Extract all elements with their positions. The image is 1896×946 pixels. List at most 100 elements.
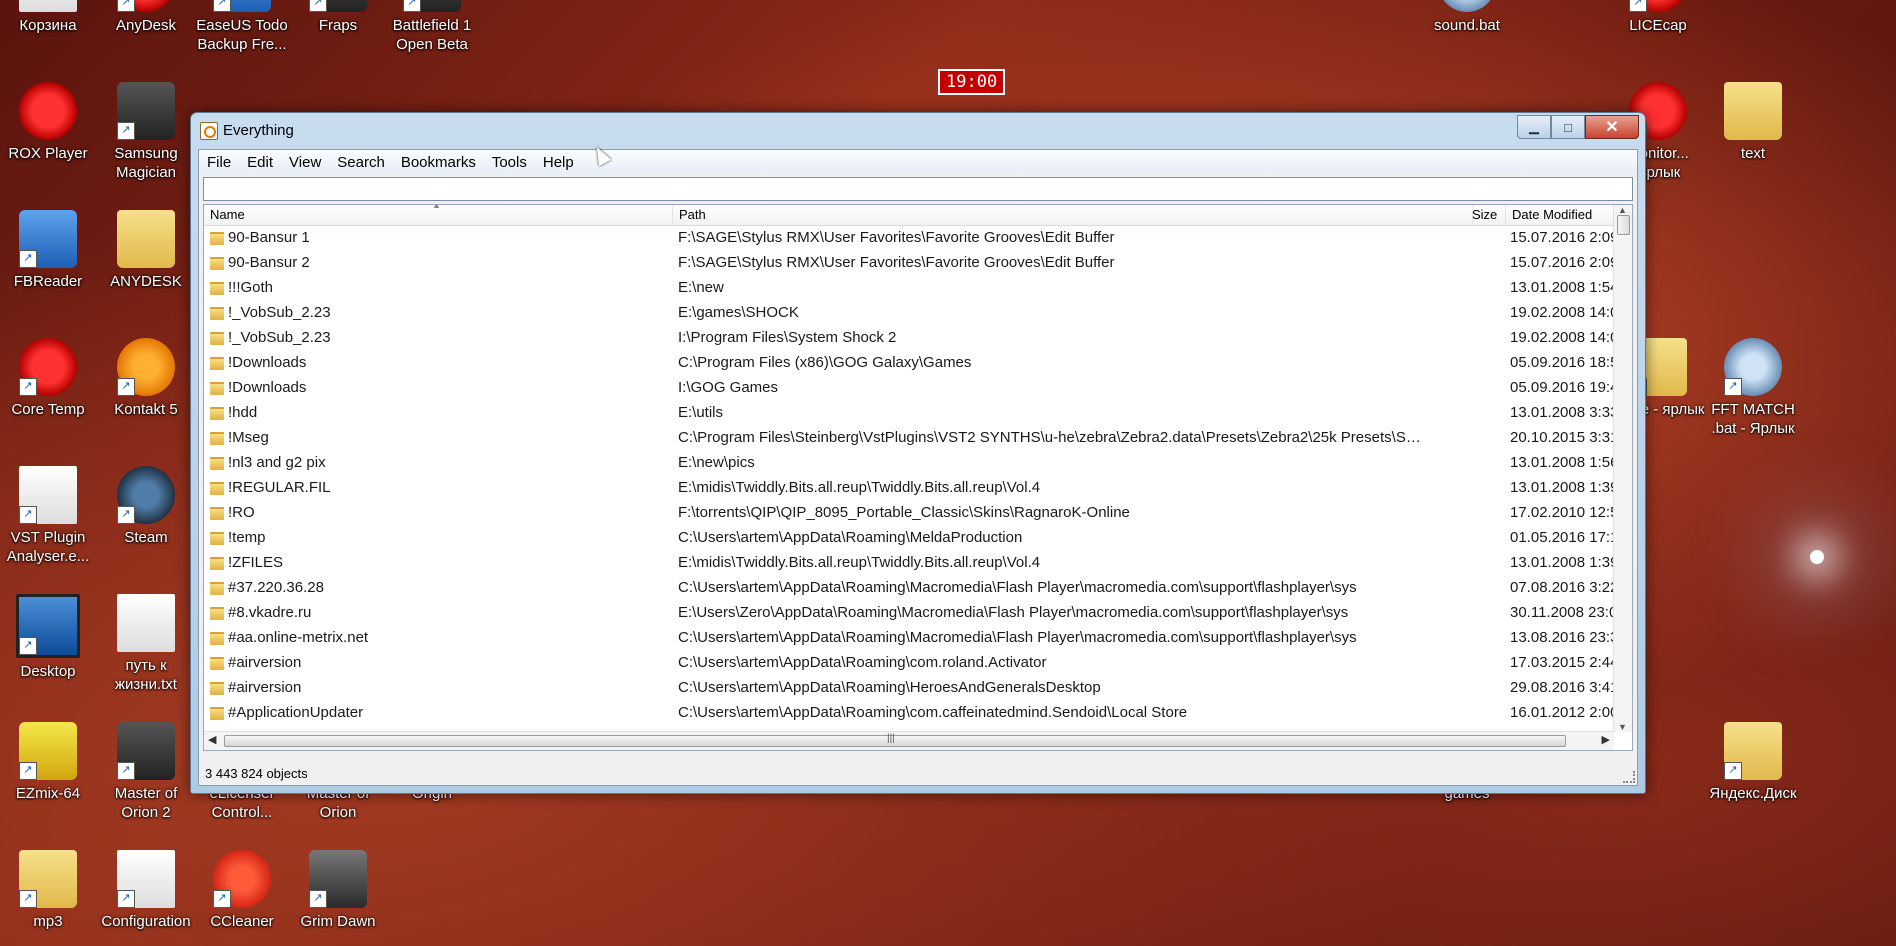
desktop-icon-label: mp3 xyxy=(33,913,63,930)
desktop-icon[interactable]: ↗ mp3 xyxy=(0,850,96,931)
desktop-icon[interactable]: ↗ Яндекс.Диск xyxy=(1705,722,1801,803)
menu-edit[interactable]: Edit xyxy=(239,154,281,171)
window-client: File Edit View Search Bookmarks Tools He… xyxy=(198,149,1638,786)
menu-bookmarks[interactable]: Bookmarks xyxy=(393,154,484,171)
row-path: F:\SAGE\Stylus RMX\User Favorites\Favori… xyxy=(678,229,1115,246)
title-bar[interactable]: Everything ▁ □ ✕ xyxy=(191,113,1645,149)
row-date-modified: 17.02.2010 12:59 xyxy=(1510,504,1614,521)
table-row[interactable]: #8.vkadre.ru E:\Users\Zero\AppData\Roamin… xyxy=(204,601,1614,626)
menu-bar: File Edit View Search Bookmarks Tools He… xyxy=(199,150,1637,174)
table-row[interactable]: !_VobSub_2.23 I:\Program Files\System Sho… xyxy=(204,326,1614,351)
folder-icon xyxy=(210,482,224,495)
menu-help[interactable]: Help xyxy=(535,154,582,171)
close-button[interactable]: ✕ xyxy=(1585,115,1639,139)
row-path: C:\Users\artem\AppData\Roaming\Macromedi… xyxy=(678,629,1357,646)
desktop-icon[interactable]: ANYDESK xyxy=(98,210,194,291)
row-date-modified: 13.01.2008 1:54 xyxy=(1510,279,1614,296)
desktop-icon[interactable]: ↗ AnyDesk xyxy=(98,0,194,35)
desktop-icon[interactable]: ↗ Core Temp xyxy=(0,338,96,419)
table-row[interactable]: !!!Goth E:\new 13.01.2008 1:54 xyxy=(204,276,1614,301)
menu-search[interactable]: Search xyxy=(329,154,393,171)
menu-tools[interactable]: Tools xyxy=(484,154,535,171)
table-row[interactable]: !Downloads I:\GOG Games 05.09.2016 19:48 xyxy=(204,376,1614,401)
blue-app-icon: ↗ xyxy=(19,210,77,268)
column-size[interactable]: Size xyxy=(1466,205,1506,225)
table-row[interactable]: !Downloads C:\Program Files (x86)\GOG Gal… xyxy=(204,351,1614,376)
table-row[interactable]: #aa.online-metrix.net C:\Users\artem\AppD… xyxy=(204,626,1614,651)
table-row[interactable]: !REGULAR.FIL E:\midis\Twiddly.Bits.all.re… xyxy=(204,476,1614,501)
search-box[interactable] xyxy=(203,177,1633,201)
minimize-button[interactable]: ▁ xyxy=(1517,115,1551,139)
desktop-icon[interactable]: Корзина xyxy=(0,0,96,35)
table-row[interactable]: #airversion C:\Users\artem\AppData\Roamin… xyxy=(204,651,1614,676)
search-input[interactable] xyxy=(204,178,1632,200)
desktop-icon[interactable]: ↗ Grim Dawn xyxy=(290,850,386,931)
menu-file[interactable]: File xyxy=(199,154,239,171)
horizontal-scroll-thumb[interactable] xyxy=(224,735,1566,747)
desktop-icon[interactable]: ROX Player xyxy=(0,82,96,163)
scroll-up-icon[interactable]: ▲ xyxy=(1618,205,1627,215)
maximize-button[interactable]: □ xyxy=(1551,115,1585,139)
shortcut-arrow-icon: ↗ xyxy=(19,378,37,396)
desktop-icon[interactable]: ↗ Kontakt 5 xyxy=(98,338,194,419)
table-row[interactable]: !nl3 and g2 pix E:\new\pics 13.01.2008 1:5… xyxy=(204,451,1614,476)
desktop-icon[interactable]: ↗ LICEcap xyxy=(1610,0,1706,35)
shortcut-arrow-icon: ↗ xyxy=(309,0,327,12)
table-row[interactable]: !Mseg C:\Program Files\Steinberg\VstPlugi… xyxy=(204,426,1614,451)
folder-icon xyxy=(210,632,224,645)
orange-app-icon: ↗ xyxy=(117,338,175,396)
desktop-icon[interactable]: ↗ EaseUS Todo Backup Fre... xyxy=(194,0,290,54)
desktop-icon[interactable]: путь к жизни.txt xyxy=(98,594,194,694)
doc-app-icon: ↗ xyxy=(117,850,175,908)
row-name: !Mseg xyxy=(228,429,269,446)
row-name: !REGULAR.FIL xyxy=(228,479,331,496)
desktop-icon[interactable]: text xyxy=(1705,82,1801,163)
row-name: !_VobSub_2.23 xyxy=(228,304,331,321)
vertical-scroll-thumb[interactable] xyxy=(1617,215,1630,235)
row-date-modified: 19.02.2008 14:01 xyxy=(1510,329,1614,346)
desktop-icon[interactable]: ↗ EZmix-64 xyxy=(0,722,96,803)
scroll-down-icon[interactable]: ▼ xyxy=(1618,722,1627,732)
desktop-icon[interactable]: ↗ Battlefield 1 Open Beta xyxy=(384,0,480,54)
desktop-icon[interactable]: ↗ FFT MATCH .bat - Ярлык xyxy=(1705,338,1801,438)
desktop-icon[interactable]: ↗ Fraps xyxy=(290,0,386,35)
table-row[interactable]: 90-Bansur 1 F:\SAGE\Stylus RMX\User Favor… xyxy=(204,226,1614,251)
table-row[interactable]: !hdd E:\utils 13.01.2008 3:33 xyxy=(204,401,1614,426)
desktop-icon[interactable]: sound.bat xyxy=(1419,0,1515,35)
menu-view[interactable]: View xyxy=(281,154,329,171)
desktop-icon[interactable]: ↗ Desktop xyxy=(0,594,96,681)
desktop-icon[interactable]: ↗ CCleaner xyxy=(194,850,290,931)
scroll-right-icon[interactable]: ▶ xyxy=(1602,733,1610,746)
row-name: !!!Goth xyxy=(228,279,274,296)
scroll-left-icon[interactable]: ◀ xyxy=(208,733,216,746)
table-row[interactable]: #ApplicationUpdater C:\Users\artem\AppDat… xyxy=(204,701,1614,726)
table-row[interactable]: !ZFILES E:\midis\Twiddly.Bits.all.reup\Tw… xyxy=(204,551,1614,576)
horizontal-scrollbar[interactable]: ◀ ||| ▶ xyxy=(204,731,1614,750)
resize-grip-icon[interactable] xyxy=(1623,771,1635,783)
everything-window[interactable]: Everything ▁ □ ✕ File Edit View Search B… xyxy=(190,112,1646,794)
row-path: E:\midis\Twiddly.Bits.all.reup\Twiddly.B… xyxy=(678,479,1041,496)
table-row[interactable]: #airversion C:\Users\artem\AppData\Roamin… xyxy=(204,676,1614,701)
column-path[interactable]: Path xyxy=(673,205,1473,225)
row-name: #ApplicationUpdater xyxy=(228,704,364,721)
desktop-icon-label: Samsung Magician xyxy=(114,145,178,181)
table-row[interactable]: 90-Bansur 2 F:\SAGE\Stylus RMX\User Favor… xyxy=(204,251,1614,276)
desktop-icon-label: Яндекс.Диск xyxy=(1709,785,1797,802)
desktop-icon[interactable]: ↗ Samsung Magician xyxy=(98,82,194,182)
row-date-modified: 30.11.2008 23:03 xyxy=(1510,604,1614,621)
desktop-icon[interactable]: ↗ Master of Orion 2 xyxy=(98,722,194,822)
table-row[interactable]: !_VobSub_2.23 E:\games\SHOCK 19.02.2008 14… xyxy=(204,301,1614,326)
close-icon: ✕ xyxy=(1605,119,1619,136)
table-row[interactable]: #37.220.36.28 C:\Users\artem\AppData\Roam… xyxy=(204,576,1614,601)
table-row[interactable]: !RO F:\torrents\QIP\QIP_8095_Portable_Cla… xyxy=(204,501,1614,526)
desktop-icon[interactable]: ↗ VST Plugin Analyser.e... xyxy=(0,466,96,566)
table-row[interactable]: !temp C:\Users\artem\AppData\Roaming\Meld… xyxy=(204,526,1614,551)
desktop-icon[interactable]: ↗ Steam xyxy=(98,466,194,547)
desktop-icon[interactable]: ↗ Configuration xyxy=(98,850,194,931)
vertical-scrollbar[interactable]: ▲ ▼ xyxy=(1613,205,1632,732)
results-list[interactable]: Name ▲ Path Size Date Modified 90-Bansur… xyxy=(203,204,1633,751)
blue-app-icon: ↗ xyxy=(213,0,271,12)
folder-app-icon: ↗ xyxy=(1724,722,1782,780)
desktop-icon-label: AnyDesk xyxy=(115,17,177,34)
desktop-icon[interactable]: ↗ FBReader xyxy=(0,210,96,291)
